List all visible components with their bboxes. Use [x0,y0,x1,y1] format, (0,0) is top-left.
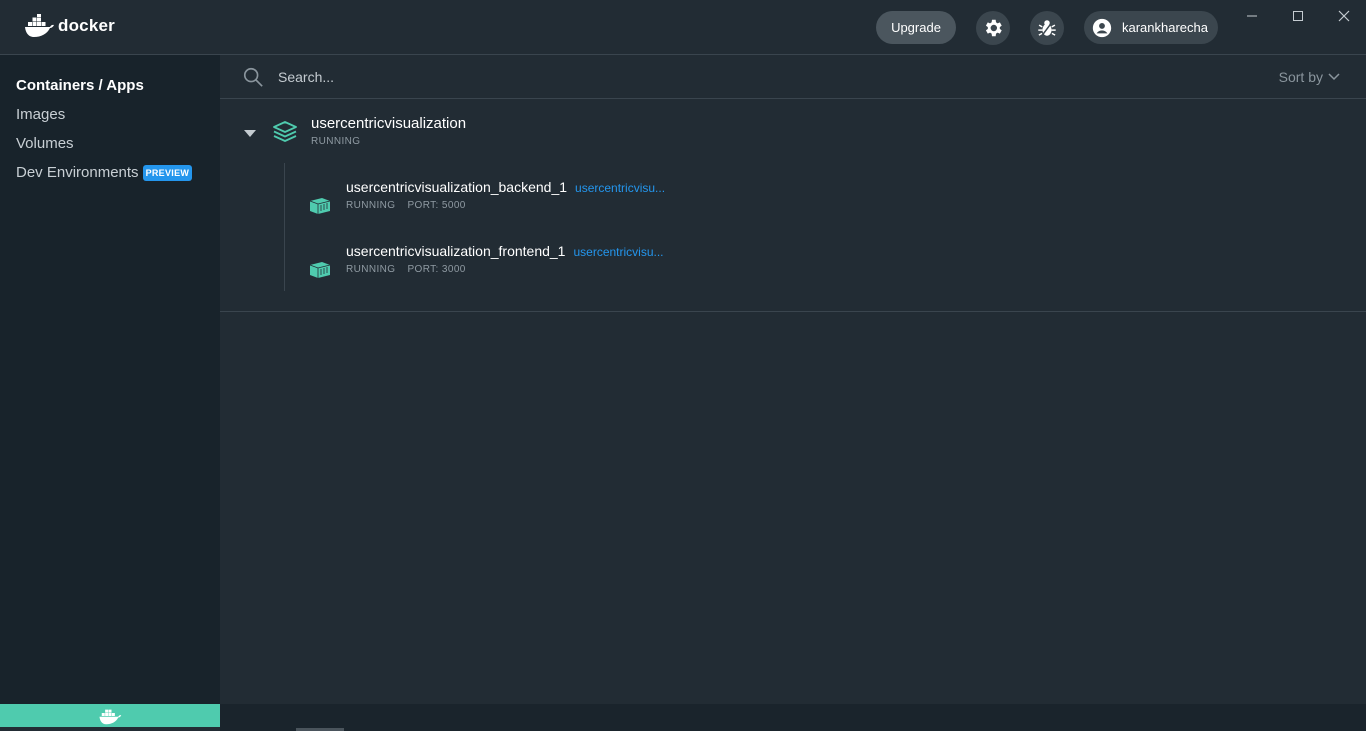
account-button[interactable]: karankharecha [1084,11,1218,44]
sidebar: Containers / Apps Images Volumes Dev Env… [0,55,220,705]
troubleshoot-button[interactable] [1030,11,1064,45]
tree-line [284,163,285,291]
container-port: PORT: 5000 [407,200,466,211]
sidebar-item-label: Containers / Apps [16,77,144,94]
chevron-down-icon [1328,73,1340,81]
sidebar-item-images[interactable]: Images [16,106,65,123]
container-app-link[interactable]: usercentricvisu... [575,181,665,195]
app-name[interactable]: usercentricvisualization [311,115,466,132]
sidebar-item-containers-apps[interactable]: Containers / Apps [16,77,144,94]
container-port: PORT: 3000 [407,264,466,275]
search-bar: Sort by [220,55,1366,99]
docker-whale-icon [25,14,54,37]
container-status: RUNNING [346,200,396,211]
container-name[interactable]: usercentricvisualization_backend_1 [346,179,567,195]
container-row[interactable]: usercentricvisualization_frontend_1 user… [306,243,1206,293]
app-status: RUNNING [311,136,361,147]
minimize-button[interactable] [1240,4,1264,28]
upgrade-button[interactable]: Upgrade [876,11,956,44]
title-bar: docker Upgrade karankharecha [0,0,1366,55]
account-name: karankharecha [1122,20,1208,35]
container-row[interactable]: usercentricvisualization_backend_1 userc… [306,179,1206,229]
container-app-link[interactable]: usercentricvisu... [573,245,663,259]
bug-icon [1038,20,1056,37]
close-icon [1338,10,1350,22]
caret-down-icon[interactable] [243,128,257,138]
brand-text: docker [58,16,115,35]
stack-icon [273,121,297,142]
sidebar-item-dev-environments[interactable]: Dev Environments PREVIEW [16,164,193,181]
search-input[interactable] [278,65,878,89]
account-icon [1092,18,1112,37]
close-button[interactable] [1332,4,1356,28]
container-icon [309,198,331,214]
settings-button[interactable] [976,11,1010,45]
app-group: usercentricvisualization RUNNING usercen… [220,99,1366,312]
gear-icon [985,19,1002,37]
docker-logo: docker [24,14,115,38]
minimize-icon [1247,15,1257,17]
sidebar-item-label: Images [16,106,66,123]
preview-badge: PREVIEW [142,164,193,181]
sort-by-label: Sort by [1278,69,1323,85]
maximize-button[interactable] [1286,4,1310,28]
search-icon [243,67,263,87]
sidebar-item-volumes[interactable]: Volumes [16,135,74,152]
sidebar-item-label: Volumes [16,135,74,152]
container-icon [309,262,331,278]
engine-status-bar[interactable] [0,704,220,727]
container-name[interactable]: usercentricvisualization_frontend_1 [346,243,565,259]
docker-whale-icon [99,709,122,724]
bottom-bar [220,704,1366,731]
sort-by-dropdown[interactable]: Sort by [1279,69,1340,85]
sidebar-item-label: Dev Environments [16,164,139,181]
maximize-icon [1293,11,1303,21]
container-status: RUNNING [346,264,396,275]
